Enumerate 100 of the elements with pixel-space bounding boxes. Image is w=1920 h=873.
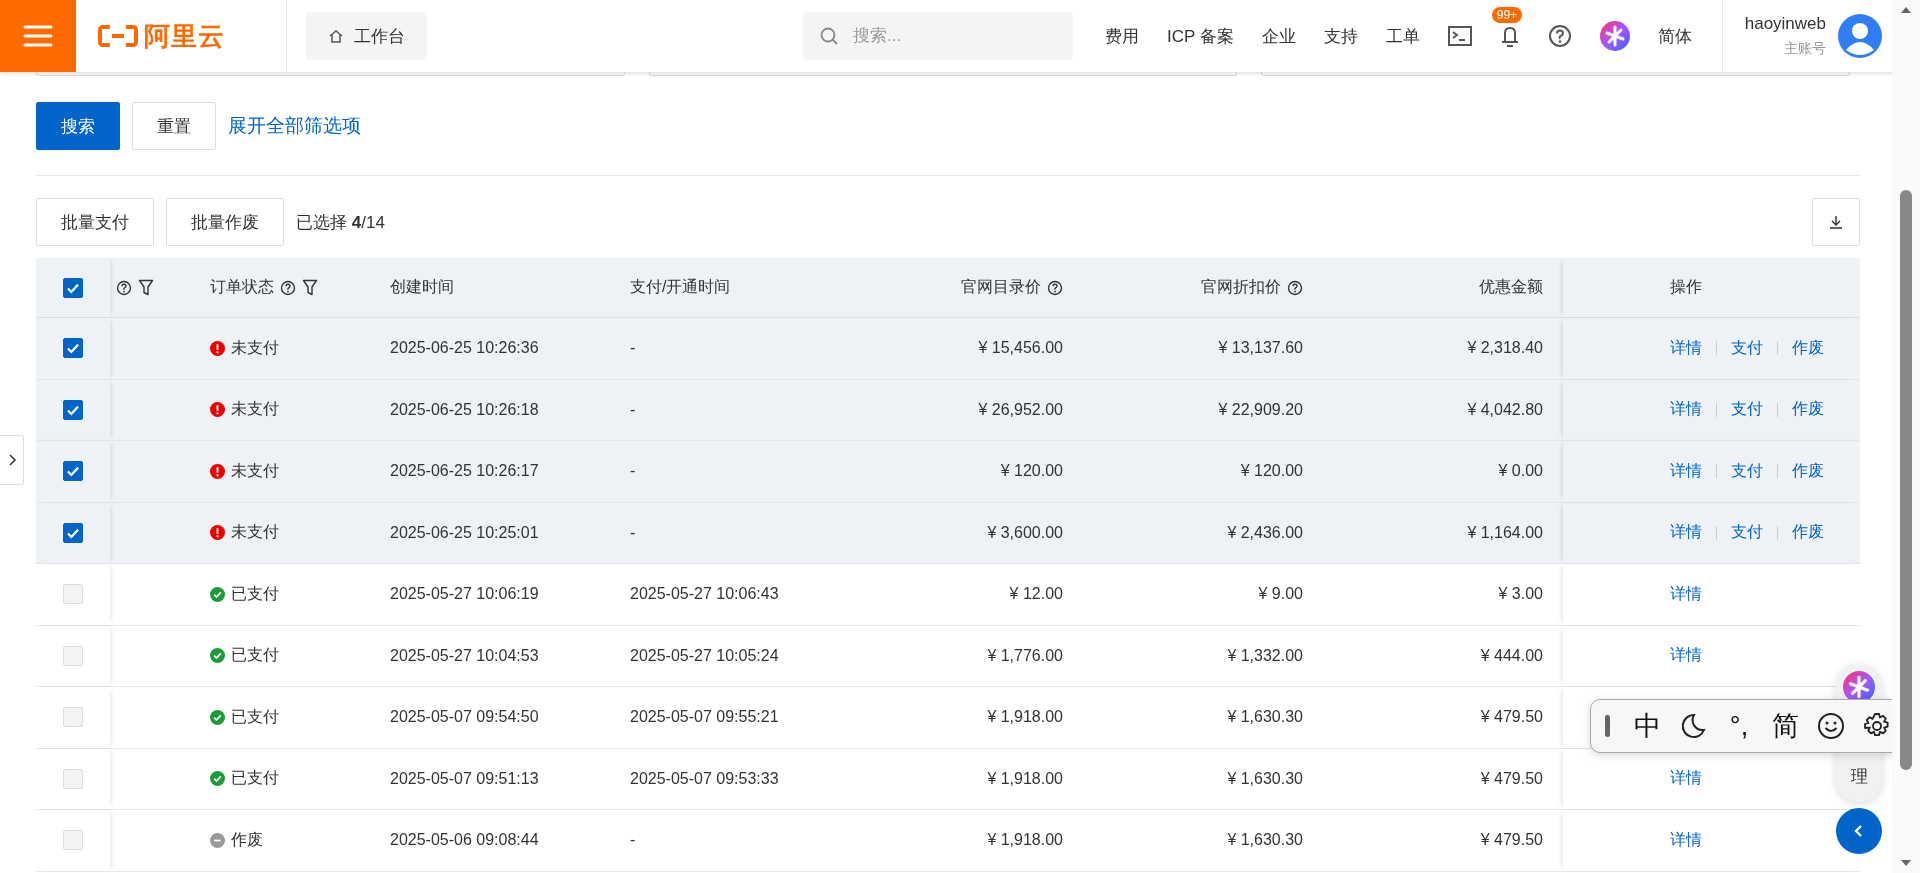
bell-icon[interactable] <box>1499 25 1520 47</box>
table-cell: 2025-05-27 10:05:24 <box>630 646 779 665</box>
action-link[interactable]: 详情 <box>1670 645 1702 667</box>
collapse-button[interactable] <box>1836 808 1882 854</box>
help-icon[interactable] <box>1287 279 1303 296</box>
help-icon[interactable] <box>1047 279 1063 296</box>
table-cell: ¥ 120.00 <box>1240 462 1303 481</box>
filter-icon[interactable] <box>302 279 318 296</box>
table-cell: ¥ 1,332.00 <box>1227 646 1303 665</box>
terminal-icon[interactable] <box>1447 26 1472 46</box>
status-text: 已支付 <box>231 645 279 666</box>
table-cell: 2025-05-06 09:08:44 <box>390 831 539 850</box>
table-cell: ¥ 479.50 <box>1480 769 1543 788</box>
help-icon[interactable] <box>1547 24 1572 48</box>
table-cell: - <box>630 523 636 542</box>
table-cell: 2025-05-07 09:53:33 <box>630 769 779 788</box>
table-cell: ¥ 1,776.00 <box>987 646 1063 665</box>
row-checkbox[interactable] <box>63 522 83 543</box>
table-cell: 2025-06-25 10:26:18 <box>390 400 539 419</box>
search-button[interactable]: 搜索 <box>36 102 120 150</box>
filter-icon[interactable] <box>138 279 154 296</box>
table-cell: 2025-05-27 10:04:53 <box>390 646 539 665</box>
assistant-icon[interactable] <box>1599 21 1630 51</box>
action-link[interactable]: 支付 <box>1731 460 1763 482</box>
status-text: 未支付 <box>231 460 279 481</box>
column-header: 创建时间 <box>390 277 454 297</box>
smile-icon[interactable] <box>1817 712 1845 740</box>
table-cell: - <box>630 400 636 419</box>
language-link[interactable]: 简体 <box>1657 24 1692 48</box>
ime-button[interactable]: °, <box>1716 710 1762 742</box>
action-link[interactable]: 详情 <box>1670 768 1702 790</box>
table-cell: ¥ 3.00 <box>1498 585 1543 604</box>
ime-button[interactable]: 简 <box>1762 708 1808 744</box>
table-cell: - <box>630 339 636 358</box>
selection-count: 已选择 4/14 <box>296 211 385 234</box>
search-field[interactable]: 搜索... <box>802 12 1073 60</box>
table-cell: ¥ 1,630.30 <box>1227 708 1303 727</box>
download-button[interactable] <box>1812 198 1860 246</box>
row-checkbox[interactable] <box>63 461 83 482</box>
action-link[interactable]: 作废 <box>1792 522 1824 544</box>
action-link[interactable]: 支付 <box>1731 399 1763 421</box>
action-link[interactable]: 详情 <box>1670 522 1702 544</box>
nav-link[interactable]: 支持 <box>1323 24 1358 48</box>
action-link[interactable]: 作废 <box>1792 399 1824 421</box>
nav-link[interactable]: 企业 <box>1261 24 1296 48</box>
select-all-checkbox[interactable] <box>63 277 83 298</box>
avatar-icon[interactable] <box>1838 14 1882 58</box>
help-icon[interactable] <box>116 279 132 296</box>
table-cell: ¥ 479.50 <box>1480 831 1543 850</box>
home-icon <box>328 28 344 44</box>
table-cell: ¥ 3,600.00 <box>987 523 1063 542</box>
column-header: 支付/开通时间 <box>630 277 731 297</box>
table-cell: ¥ 4,042.80 <box>1467 400 1543 419</box>
drag-handle[interactable] <box>1605 715 1610 737</box>
menu-button[interactable] <box>0 0 76 72</box>
table-cell: ¥ 444.00 <box>1480 646 1543 665</box>
scroll-down-icon[interactable] <box>1900 859 1912 867</box>
batch-button[interactable]: 批量支付 <box>36 198 154 246</box>
batch-button[interactable]: 批量作废 <box>166 198 284 246</box>
table-cell: ¥ 26,952.00 <box>978 400 1063 419</box>
nav-link[interactable]: ICP 备案 <box>1166 24 1234 48</box>
action-link[interactable]: 作废 <box>1792 460 1824 482</box>
scroll-up-icon[interactable] <box>1900 6 1912 14</box>
status-text: 未支付 <box>231 522 279 543</box>
table-cell: ¥ 1,918.00 <box>987 769 1063 788</box>
workbench-button[interactable]: 工作台 <box>306 12 427 60</box>
table-cell: ¥ 1,630.30 <box>1227 831 1303 850</box>
menu-icon <box>23 25 53 47</box>
expand-sidebar-button[interactable] <box>0 435 24 485</box>
action-link[interactable]: 详情 <box>1670 337 1702 359</box>
row-checkbox[interactable] <box>63 338 83 359</box>
row-checkbox[interactable] <box>63 399 83 420</box>
table-cell: 2025-05-27 10:06:19 <box>390 585 539 604</box>
ime-button[interactable]: 中 <box>1624 708 1670 744</box>
status-text: 未支付 <box>231 399 279 420</box>
help-icon[interactable] <box>280 279 296 296</box>
action-link[interactable]: 详情 <box>1670 583 1702 605</box>
table-cell: ¥ 120.00 <box>1000 462 1063 481</box>
moon-icon[interactable] <box>1679 712 1707 740</box>
table-cell: 2025-05-27 10:06:43 <box>630 585 779 604</box>
table-cell: 2025-05-07 09:51:13 <box>390 769 539 788</box>
action-link[interactable]: 支付 <box>1731 337 1763 359</box>
reset-button[interactable]: 重置 <box>132 102 216 150</box>
action-link[interactable]: 作废 <box>1792 337 1824 359</box>
nav-link[interactable]: 费用 <box>1104 24 1139 48</box>
action-link[interactable]: 详情 <box>1670 399 1702 421</box>
action-link[interactable]: 详情 <box>1670 460 1702 482</box>
user-name[interactable]: haoyinweb <box>1744 14 1826 34</box>
table-cell: - <box>630 831 636 850</box>
column-header: 操作 <box>1670 277 1702 297</box>
action-link[interactable]: 支付 <box>1731 522 1763 544</box>
action-link[interactable]: 详情 <box>1670 829 1702 851</box>
table-cell: ¥ 12.00 <box>1009 585 1063 604</box>
expand-filters-link[interactable]: 展开全部筛选项 <box>228 113 361 139</box>
table-cell: 2025-06-25 10:26:17 <box>390 462 539 481</box>
table-cell: ¥ 479.50 <box>1480 708 1543 727</box>
scrollbar[interactable] <box>1892 0 1920 873</box>
notification-badge: 99+ <box>1491 7 1523 23</box>
nav-link[interactable]: 工单 <box>1385 24 1420 48</box>
table-cell: ¥ 9.00 <box>1258 585 1303 604</box>
